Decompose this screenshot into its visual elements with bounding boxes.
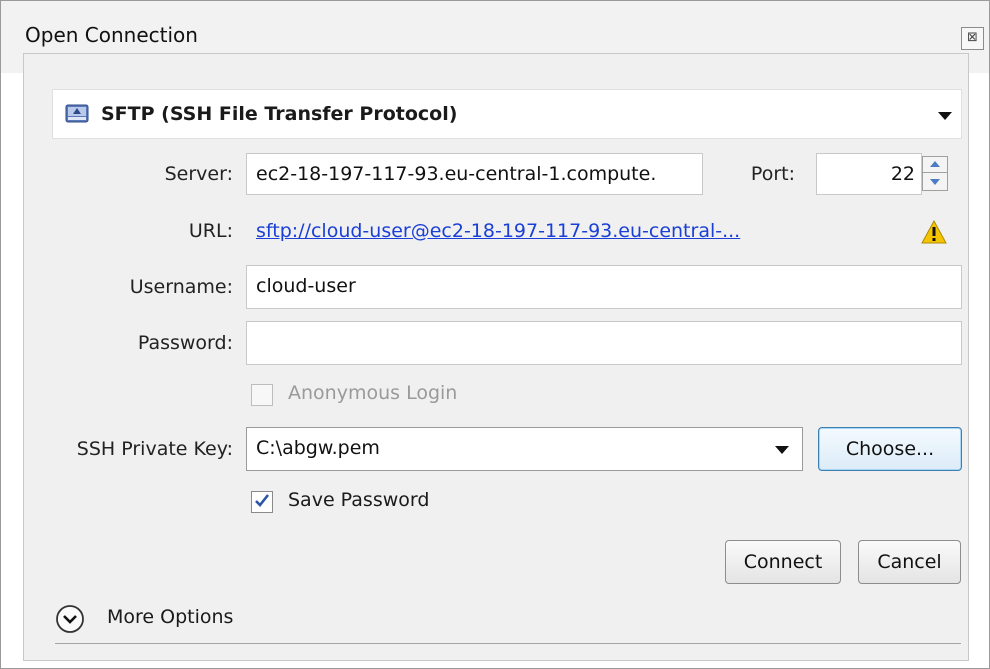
port-stepper[interactable] — [922, 156, 948, 191]
connect-button[interactable]: Connect — [725, 540, 841, 584]
cancel-button[interactable]: Cancel — [858, 540, 961, 584]
dialog-title: Open Connection — [25, 23, 198, 47]
arrow-down-icon — [930, 179, 940, 185]
warning-icon — [921, 220, 947, 244]
ssh-key-value: C:\abgw.pem — [256, 437, 380, 459]
username-input[interactable]: cloud-user — [246, 265, 962, 309]
anonymous-login-checkbox[interactable] — [251, 384, 273, 406]
server-input[interactable]: ec2-18-197-117-93.eu-central-1.compute. — [246, 153, 703, 195]
port-label: Port: — [750, 163, 795, 185]
divider — [55, 643, 961, 644]
password-label: Password: — [137, 332, 233, 354]
port-input[interactable]: 22 — [816, 153, 922, 195]
stepper-up-button[interactable] — [923, 157, 947, 173]
open-connection-dialog: Open Connection ⊠ SFTP (SSH File Transfe… — [0, 0, 990, 669]
password-input[interactable] — [246, 321, 962, 365]
url-link[interactable]: sftp://cloud-user@ec2-18-197-117-93.eu-c… — [256, 220, 740, 242]
stepper-down-button[interactable] — [923, 174, 947, 190]
choose-button[interactable]: Choose... — [818, 427, 962, 471]
save-password-checkbox[interactable] — [251, 491, 273, 513]
arrow-up-icon — [930, 161, 940, 167]
check-icon — [255, 494, 270, 507]
more-options-label[interactable]: More Options — [107, 606, 233, 628]
save-password-label: Save Password — [288, 489, 430, 511]
close-button[interactable]: ⊠ — [961, 27, 984, 50]
drive-icon — [65, 104, 89, 123]
close-icon: ⊠ — [967, 30, 978, 45]
port-value: 22 — [890, 163, 915, 185]
ssh-key-label: SSH Private Key: — [76, 438, 233, 460]
protocol-select[interactable]: SFTP (SSH File Transfer Protocol) — [52, 89, 962, 139]
url-label: URL: — [188, 220, 233, 242]
protocol-label: SFTP (SSH File Transfer Protocol) — [101, 103, 458, 125]
expand-icon[interactable] — [55, 604, 85, 634]
ssh-key-select[interactable]: C:\abgw.pem — [246, 427, 803, 471]
server-label: Server: — [164, 163, 233, 185]
chevron-down-icon — [938, 112, 952, 120]
username-label: Username: — [129, 276, 233, 298]
chevron-down-icon — [775, 446, 789, 454]
anonymous-login-label: Anonymous Login — [288, 382, 458, 404]
